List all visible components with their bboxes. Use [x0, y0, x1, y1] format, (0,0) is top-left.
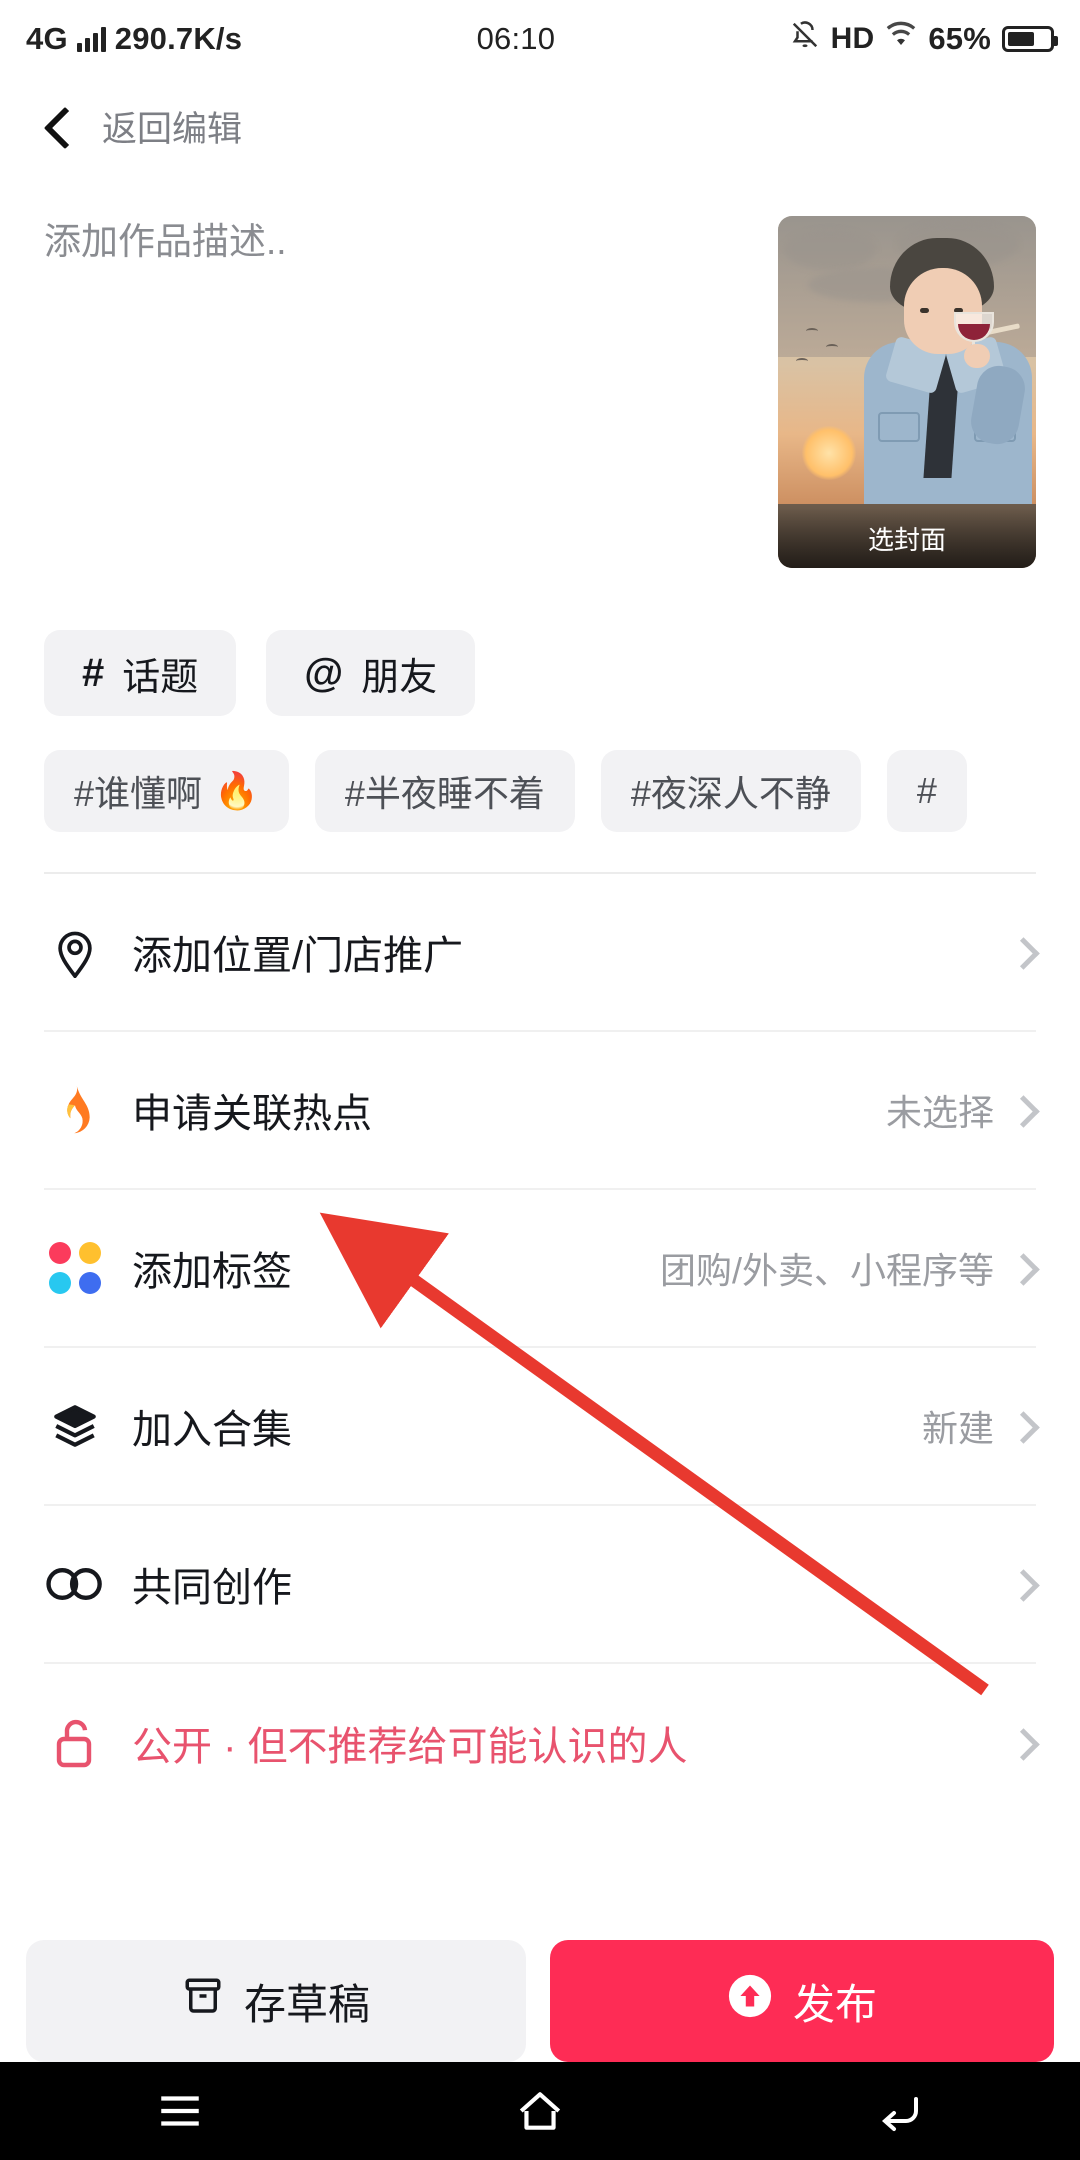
suggested-tags-row[interactable]: #谁懂啊 🔥 #半夜睡不着 #夜深人不静 #	[0, 716, 1080, 832]
option-location[interactable]: 添加位置/门店推广	[44, 874, 1036, 1032]
battery-icon	[1002, 26, 1058, 52]
option-hotspot[interactable]: 申请关联热点 未选择	[44, 1032, 1036, 1190]
back-arrow-icon[interactable]	[871, 2082, 929, 2140]
suggested-tag[interactable]: #半夜睡不着	[314, 750, 575, 832]
option-hotspot-label: 申请关联热点	[132, 1092, 372, 1136]
signal-bars-icon	[76, 26, 106, 52]
option-privacy[interactable]: 公开 · 但不推荐给可能认识的人	[44, 1664, 1036, 1822]
suggested-tag[interactable]: #夜深人不静	[600, 750, 861, 832]
status-bar-left: 4G 290.7K/s	[26, 21, 242, 57]
bottom-action-bar: 存草稿 发布	[0, 1940, 1080, 2062]
topic-button[interactable]: # 话题	[44, 630, 237, 716]
option-cocreate-label: 共同创作	[132, 1566, 292, 1610]
cover-bird	[826, 344, 838, 350]
status-bar-clock: 06:10	[476, 21, 556, 56]
back-to-edit-label[interactable]: 返回编辑	[102, 101, 242, 152]
flame-icon	[44, 1079, 106, 1141]
at-icon: @	[304, 650, 344, 695]
unlock-icon	[44, 1712, 106, 1774]
option-add-tag-label: 添加标签	[132, 1250, 292, 1294]
cover-bird	[796, 358, 808, 364]
flame-icon: 🔥	[214, 770, 259, 811]
cover-figure-pocket	[878, 412, 920, 442]
suggested-tag-label: #夜深人不静	[630, 773, 831, 814]
publish-label: 发布	[792, 1980, 877, 2028]
archive-box-icon	[182, 1975, 224, 2027]
cover-sun	[802, 426, 856, 480]
menu-icon[interactable]	[151, 2082, 209, 2140]
chevron-right-icon	[1012, 1574, 1032, 1594]
composer-area: 添加作品描述.. 选封面	[0, 174, 1080, 568]
chevron-right-icon	[1012, 942, 1032, 962]
select-cover-label[interactable]: 选封面	[778, 508, 1036, 568]
option-hotspot-value: 未选择	[885, 1092, 994, 1133]
wifi-icon	[885, 21, 917, 57]
arrow-up-circle-icon	[727, 1973, 773, 2029]
status-bar-right: HD 65%	[790, 19, 1058, 59]
suggested-tag-label: #	[916, 770, 937, 811]
cover-cloud	[784, 230, 876, 270]
bell-off-icon	[790, 19, 820, 59]
cover-thumbnail[interactable]: 选封面	[778, 216, 1036, 568]
battery-percent-label: 65%	[928, 21, 991, 56]
quick-buttons-row: # 话题 @ 朋友	[0, 568, 1080, 716]
option-collection-value: 新建	[921, 1408, 994, 1449]
suggested-tag-label: #谁懂啊	[74, 773, 203, 814]
layers-icon	[44, 1395, 106, 1457]
chevron-left-icon[interactable]	[40, 109, 74, 143]
suggested-tag[interactable]: #	[886, 750, 967, 832]
save-draft-label: 存草稿	[243, 1980, 370, 2028]
option-add-tag-value: 团购/外卖、小程序等	[659, 1250, 994, 1291]
chevron-right-icon	[1012, 1100, 1032, 1120]
friend-button-label: 朋友	[361, 656, 438, 699]
description-placeholder: 添加作品描述..	[44, 221, 287, 262]
hd-icon: HD	[830, 22, 875, 55]
cover-figure-hand	[964, 344, 990, 368]
save-draft-button[interactable]: 存草稿	[26, 1940, 526, 2062]
hash-icon: #	[82, 650, 105, 695]
home-icon[interactable]	[511, 2082, 569, 2140]
publish-button[interactable]: 发布	[550, 1940, 1054, 2062]
friend-button[interactable]: @ 朋友	[266, 630, 476, 716]
option-privacy-label: 公开 · 但不推荐给可能认识的人	[132, 1725, 688, 1769]
network-speed-label: 290.7K/s	[114, 21, 243, 56]
color-dots-icon	[44, 1237, 106, 1299]
suggested-tag-label: #半夜睡不着	[344, 773, 545, 814]
location-pin-icon	[44, 921, 106, 983]
option-location-label: 添加位置/门店推广	[132, 934, 464, 978]
options-list: 添加位置/门店推广 申请关联热点 未选择 添加标签 团购/外卖、小程序等 加入合…	[0, 874, 1080, 1822]
chevron-right-icon	[1012, 1733, 1032, 1753]
network-type-label: 4G	[26, 21, 68, 56]
co-create-icon	[44, 1553, 106, 1615]
option-collection[interactable]: 加入合集 新建	[44, 1348, 1036, 1506]
description-input[interactable]: 添加作品描述..	[44, 216, 778, 568]
option-collection-label: 加入合集	[132, 1408, 292, 1452]
cover-bird	[806, 328, 818, 334]
cover-figure-eye	[920, 308, 929, 313]
chevron-right-icon	[1012, 1258, 1032, 1278]
option-add-tag[interactable]: 添加标签 团购/外卖、小程序等	[44, 1190, 1036, 1348]
topic-button-label: 话题	[122, 656, 199, 699]
nav-bar: 返回编辑	[0, 78, 1080, 174]
option-cocreate[interactable]: 共同创作	[44, 1506, 1036, 1664]
chevron-right-icon	[1012, 1416, 1032, 1436]
status-bar: 4G 290.7K/s 06:10 HD 65%	[0, 0, 1080, 78]
suggested-tag[interactable]: #谁懂啊 🔥	[44, 750, 289, 832]
android-navigation-bar	[0, 2062, 1080, 2160]
